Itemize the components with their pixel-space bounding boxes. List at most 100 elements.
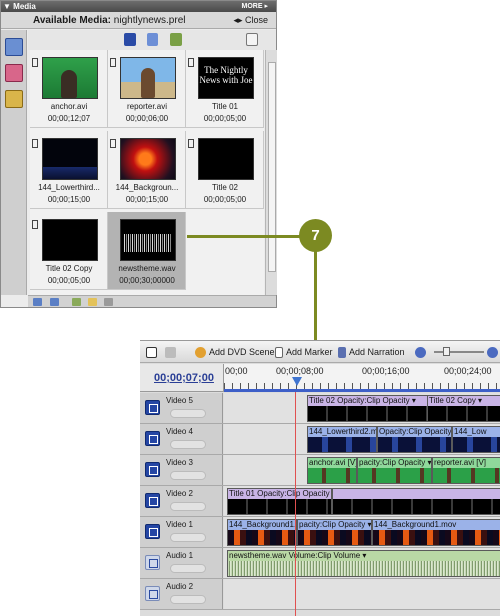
track-name: Video 3 bbox=[166, 458, 193, 467]
track-body[interactable]: Title 02 Opacity:Clip Opacity ▾ Title 02 … bbox=[224, 393, 500, 423]
timeline-ruler: 00;00;07;00 00;00 00;00;08;00 00;00;16;0… bbox=[140, 364, 500, 392]
timeline-clip[interactable] bbox=[332, 488, 500, 515]
timeline-clip[interactable]: anchor.avi [V] bbox=[307, 457, 357, 484]
show-video-icon[interactable] bbox=[124, 33, 136, 46]
add-narration-button[interactable]: Add Narration bbox=[338, 346, 405, 359]
speaker-icon[interactable] bbox=[145, 555, 160, 570]
playhead-line bbox=[295, 392, 296, 616]
track-body[interactable]: 144_Lowerthird2.movOpacity:Clip Opacity … bbox=[224, 424, 500, 454]
timeline-clip[interactable]: Title 01 Opacity:Clip Opacity ▾ bbox=[227, 488, 332, 515]
media-item[interactable]: newstheme.wav 00;00;30;00000 bbox=[108, 212, 186, 290]
timeline-track: Audio 1 newstheme.wav Volume:Clip Volume … bbox=[140, 548, 500, 579]
dvd-icon bbox=[195, 347, 206, 359]
current-timecode[interactable]: 00;00;07;00 bbox=[154, 372, 214, 384]
add-marker-button[interactable]: Add Marker bbox=[275, 346, 333, 359]
track-body[interactable] bbox=[224, 579, 500, 609]
clip-filmstrip bbox=[308, 406, 431, 421]
add-dvd-scene-button[interactable]: Add DVD Scene bbox=[195, 346, 275, 359]
media-panel-titlebar: ▼ Media MORE ▸ bbox=[1, 1, 276, 12]
keyframe-controls[interactable] bbox=[170, 471, 206, 480]
film-badge-icon bbox=[110, 58, 116, 67]
media-item[interactable]: Title 02 00;00;05;00 bbox=[186, 131, 264, 209]
timeline-clip[interactable]: Opacity:Clip Opacity ▾ bbox=[377, 426, 452, 453]
speaker-icon[interactable] bbox=[145, 586, 160, 601]
track-body[interactable]: anchor.avi [V] pacity:Clip Opacity ▾ repor… bbox=[224, 455, 500, 485]
media-item[interactable]: 144_Lowerthird... 00;00;15;00 bbox=[30, 131, 108, 209]
keyframe-controls[interactable] bbox=[170, 595, 206, 604]
collapse-triangle-icon[interactable]: ▼ bbox=[3, 2, 11, 11]
keyframe-controls[interactable] bbox=[170, 533, 206, 542]
timeline-clip[interactable]: pacity:Clip Opacity ▾ bbox=[357, 457, 432, 484]
show-still-images-icon[interactable] bbox=[170, 33, 182, 46]
track-header: Audio 2 bbox=[140, 579, 223, 609]
timeline-track: Video 4 144_Lowerthird2.movOpacity:Clip O… bbox=[140, 424, 500, 455]
timeline-track: Video 3 anchor.avi [V] pacity:Clip Opacity… bbox=[140, 455, 500, 486]
work-area-bar[interactable] bbox=[224, 389, 500, 392]
keyframe-controls[interactable] bbox=[170, 409, 206, 418]
icon-view-icon[interactable] bbox=[50, 298, 59, 306]
keyframe-controls[interactable] bbox=[170, 564, 206, 573]
new-folder-icon[interactable] bbox=[88, 298, 97, 306]
timeline-clip[interactable]: reporter.avi [V] bbox=[432, 457, 500, 484]
show-audio-icon[interactable] bbox=[147, 33, 158, 46]
video-track-icon[interactable] bbox=[145, 431, 160, 446]
clip-label: pacity:Clip Opacity ▾ bbox=[299, 520, 372, 529]
track-body[interactable]: newstheme.wav Volume:Clip Volume ▾ bbox=[224, 548, 500, 578]
new-item-icon[interactable] bbox=[246, 33, 258, 46]
zoom-slider[interactable] bbox=[434, 351, 484, 353]
keyframe-controls[interactable] bbox=[170, 440, 206, 449]
effects-icon[interactable] bbox=[5, 64, 23, 82]
time-stretch-tool-icon[interactable] bbox=[165, 346, 179, 359]
track-body[interactable]: Title 01 Opacity:Clip Opacity ▾ bbox=[224, 486, 500, 516]
clip-label: newstheme.wav Volume:Clip Volume ▾ bbox=[229, 551, 367, 560]
video-track-icon[interactable] bbox=[145, 493, 160, 508]
timeline-clip[interactable]: newstheme.wav Volume:Clip Volume ▾ bbox=[227, 550, 500, 577]
timeline-clip[interactable]: 144_Background1.mov bbox=[227, 519, 297, 546]
video-track-icon[interactable] bbox=[145, 462, 160, 477]
track-body[interactable]: 144_Background1.movpacity:Clip Opacity ▾… bbox=[224, 517, 500, 547]
list-view-icon[interactable] bbox=[33, 298, 42, 306]
media-item[interactable]: anchor.avi 00;00;12;07 bbox=[30, 50, 108, 128]
clip-filmstrip bbox=[228, 530, 296, 545]
media-thumbnail bbox=[42, 219, 98, 261]
timeline-clip[interactable]: 144_Background1.mov bbox=[372, 519, 500, 546]
zoom-slider-handle[interactable] bbox=[443, 347, 450, 356]
keyframe-controls[interactable] bbox=[170, 502, 206, 511]
time-ruler[interactable]: 00;00 00;00;08;00 00;00;16;00 00;00;24;0… bbox=[223, 364, 500, 392]
timeline-clip[interactable]: pacity:Clip Opacity ▾ bbox=[297, 519, 372, 546]
media-item-name: newstheme.wav bbox=[118, 264, 176, 273]
media-thumbnail bbox=[42, 138, 98, 180]
selection-tool-icon[interactable] bbox=[146, 346, 160, 359]
titles-icon[interactable] bbox=[5, 90, 23, 108]
media-item-duration: 00;00;06;00 bbox=[125, 114, 169, 123]
media-panel: ▼ Media MORE ▸ Available Media: nightlyn… bbox=[0, 0, 277, 308]
track-name: Video 4 bbox=[166, 427, 193, 436]
timeline-clip[interactable]: 144_Lowerthird2.mov bbox=[307, 426, 377, 453]
close-button[interactable]: ◂▸ Close bbox=[233, 12, 268, 29]
film-badge-icon bbox=[110, 139, 116, 148]
media-item[interactable]: Title 02 Copy 00;00;05;00 bbox=[30, 212, 108, 290]
video-track-icon[interactable] bbox=[145, 524, 160, 539]
timeline-clip[interactable]: Title 02 Opacity:Clip Opacity ▾ bbox=[307, 395, 432, 422]
playhead-marker-icon[interactable] bbox=[292, 377, 302, 386]
timeline-clip[interactable]: Title 02 Copy ▾ bbox=[427, 395, 500, 422]
automate-to-timeline-icon[interactable] bbox=[72, 298, 81, 306]
film-badge-icon bbox=[32, 220, 38, 229]
media-thumbnail bbox=[42, 57, 98, 99]
zoom-out-icon[interactable] bbox=[415, 346, 429, 359]
more-button[interactable]: MORE ▸ bbox=[242, 1, 268, 12]
timeline-clip[interactable]: 144_Low bbox=[452, 426, 500, 453]
media-item[interactable]: The Nightly News with Joe Title 01 00;00;0… bbox=[186, 50, 264, 128]
clip-filmstrip bbox=[358, 468, 431, 483]
media-panel-title: Media bbox=[13, 2, 36, 11]
trash-icon[interactable] bbox=[104, 298, 113, 306]
media-item[interactable]: reporter.avi 00;00;06;00 bbox=[108, 50, 186, 128]
scrollbar-thumb[interactable] bbox=[268, 62, 276, 272]
media-scrollbar[interactable] bbox=[265, 50, 277, 295]
zoom-in-icon[interactable] bbox=[487, 346, 500, 359]
media-item[interactable]: 144_Backgroun... 00;00;15;00 bbox=[108, 131, 186, 209]
video-track-icon[interactable] bbox=[145, 400, 160, 415]
track-header: Video 3 bbox=[140, 455, 223, 485]
callout-connector bbox=[187, 235, 302, 238]
film-strip-icon[interactable] bbox=[5, 38, 23, 56]
